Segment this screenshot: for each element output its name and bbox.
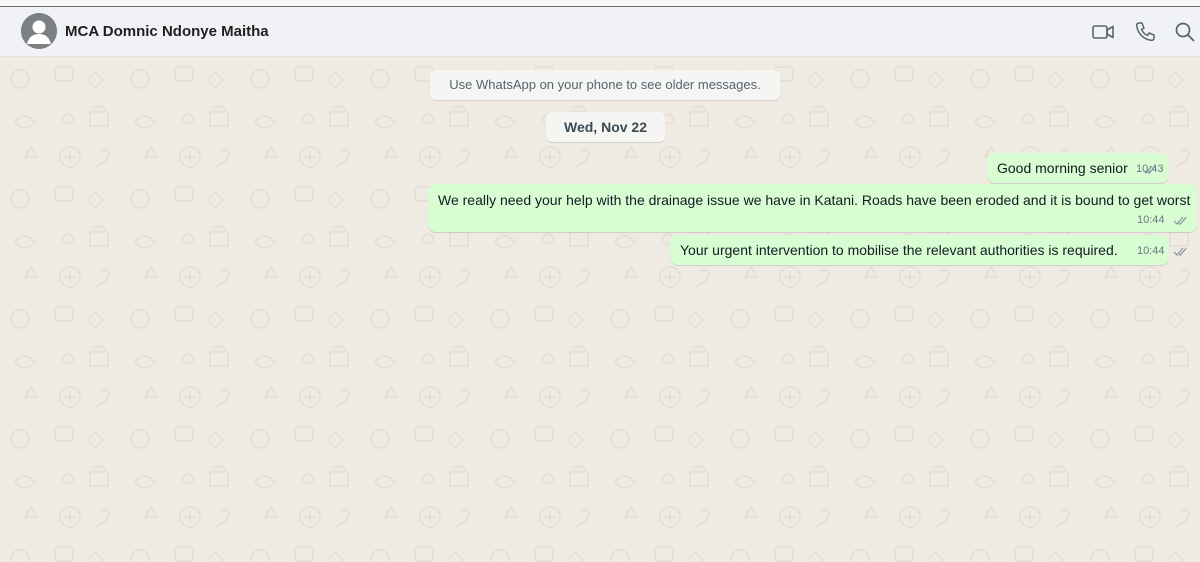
window-top-edge bbox=[0, 0, 1200, 7]
contact-avatar[interactable] bbox=[21, 13, 57, 49]
message-text: We really need your help with the draina… bbox=[438, 192, 1191, 208]
search-icon[interactable] bbox=[1172, 19, 1198, 45]
contact-name[interactable]: MCA Domnic Ndonye Maitha bbox=[65, 23, 269, 40]
outgoing-message[interactable]: We really need your help with the draina… bbox=[428, 184, 1197, 232]
default-avatar-icon bbox=[21, 13, 57, 49]
outgoing-message[interactable]: Good morning senior 10:43 bbox=[987, 153, 1169, 183]
read-receipt-icon bbox=[1170, 246, 1189, 259]
message-time: 10:44 bbox=[1137, 245, 1165, 257]
older-messages-notice: Use WhatsApp on your phone to see older … bbox=[430, 70, 780, 100]
message-meta: 10:44 bbox=[1137, 245, 1165, 257]
phone-icon[interactable] bbox=[1132, 19, 1158, 45]
chat-area[interactable]: Use WhatsApp on your phone to see older … bbox=[0, 57, 1200, 562]
message-text: Your urgent intervention to mobilise the… bbox=[680, 242, 1118, 258]
date-separator: Wed, Nov 22 bbox=[546, 112, 665, 142]
chat-header: MCA Domnic Ndonye Maitha bbox=[0, 7, 1200, 57]
message-time: 10:44 bbox=[1137, 214, 1165, 226]
video-call-icon[interactable] bbox=[1090, 19, 1116, 45]
message-text: Good morning senior bbox=[997, 160, 1128, 176]
message-meta: 10:44 bbox=[1137, 214, 1165, 226]
read-receipt-icon bbox=[1170, 215, 1189, 228]
read-receipt-icon bbox=[1139, 164, 1158, 177]
outgoing-message[interactable]: Your urgent intervention to mobilise the… bbox=[670, 235, 1187, 265]
